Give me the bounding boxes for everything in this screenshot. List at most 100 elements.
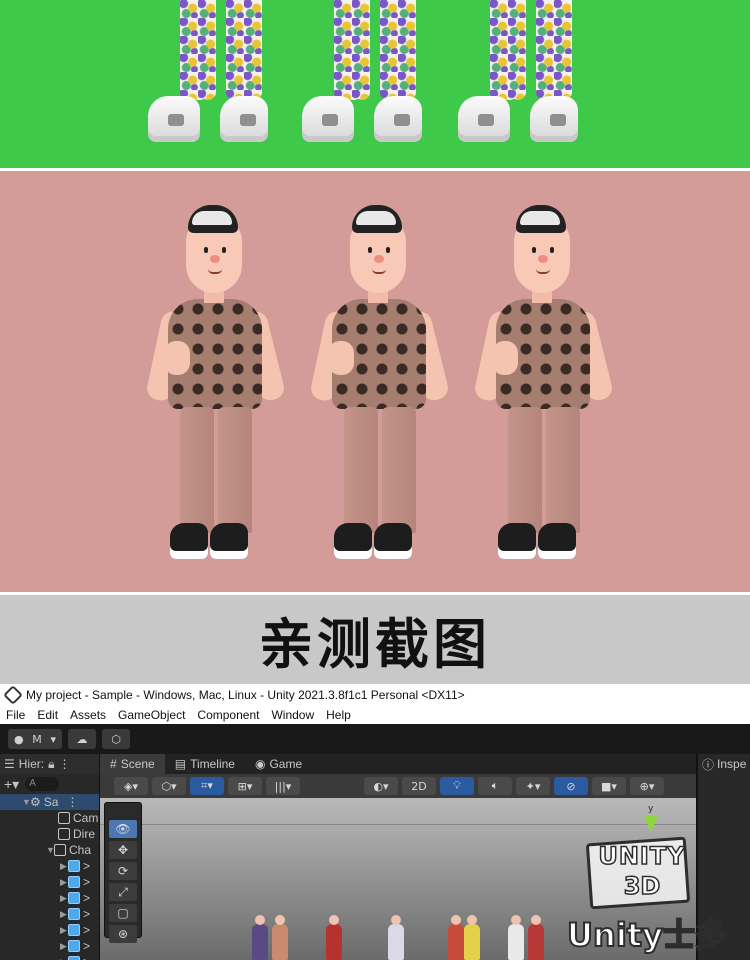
menu-component[interactable]: Component: [197, 708, 259, 722]
expand-icon[interactable]: ▶: [60, 909, 68, 920]
render-paths-button[interactable]: ⬡▾: [152, 777, 186, 795]
expand-icon[interactable]: ▶: [60, 893, 68, 904]
main-toolbar: ● M ▾ ☁ ⬡: [0, 724, 750, 754]
more-icon[interactable]: ⋮: [59, 757, 71, 771]
menu-file[interactable]: File: [6, 708, 25, 722]
menu-window[interactable]: Window: [271, 708, 314, 722]
tab-timeline[interactable]: ▤ Timeline: [165, 754, 245, 774]
hierarchy-item-label: >: [83, 955, 90, 960]
speaker-icon: 🔈︎: [491, 779, 499, 792]
grid-snapping-button[interactable]: ⌗▾: [190, 777, 224, 795]
hierarchy-item-label: >: [83, 907, 91, 921]
toggle-2d-button[interactable]: 2D: [402, 777, 436, 795]
expand-icon[interactable]: ▶: [60, 925, 68, 936]
rotate-tool-button[interactable]: ⟳: [109, 862, 137, 880]
tab-label: Timeline: [190, 757, 235, 771]
character-model[interactable]: [326, 915, 342, 960]
add-icon[interactable]: +▾: [4, 776, 19, 793]
tab-scene[interactable]: # Scene: [100, 754, 165, 774]
expand-icon[interactable]: ▼: [46, 845, 55, 855]
hierarchy-item-label: >: [83, 859, 91, 873]
expand-icon[interactable]: ▶: [60, 861, 68, 872]
horizon-line: [100, 824, 696, 825]
scale-tool-button[interactable]: ⤢: [109, 883, 137, 901]
snap-icon: ⊞▾: [237, 779, 253, 793]
hierarchy-item-light[interactable]: Dire: [0, 826, 99, 842]
character-figure-2: [302, 201, 451, 571]
more-icon[interactable]: ⋮: [66, 795, 78, 809]
hierarchy-item-camera[interactable]: Cam: [0, 810, 99, 826]
tab-game[interactable]: ◉ Game: [245, 754, 312, 774]
collab-button[interactable]: ⬡: [102, 729, 130, 749]
rotate-icon: ⟳: [117, 864, 129, 878]
inspector-tab[interactable]: ⓘ Inspe: [698, 754, 750, 774]
account-icon: ●: [14, 732, 24, 746]
view-tool-button[interactable]: 👁︎: [109, 820, 137, 838]
character-model[interactable]: [464, 915, 480, 960]
hierarchy-item-prefab[interactable]: ▶>: [0, 858, 99, 874]
window-title: My project - Sample - Windows, Mac, Linu…: [26, 688, 465, 702]
hierarchy-tab[interactable]: ☰ Hier: 🔒︎ ⋮: [0, 754, 99, 774]
grid-icon: #: [110, 757, 117, 771]
info-icon: ⓘ: [702, 757, 715, 772]
menu-gameobject[interactable]: GameObject: [118, 708, 185, 722]
expand-icon[interactable]: ▶: [60, 877, 68, 888]
hierarchy-item-prefab[interactable]: ▶>: [0, 938, 99, 954]
gizmo-y-label: y: [648, 804, 654, 814]
hierarchy-item-label: Cha: [69, 843, 92, 857]
hierarchy-item-scene[interactable]: ▼ ⚙ Sa ⋮: [0, 794, 99, 810]
character-model[interactable]: [388, 915, 404, 960]
gamepad-icon: ◉: [254, 757, 266, 771]
transform-tool-button[interactable]: ⊛: [109, 925, 137, 943]
sphere-icon: ◐▾: [373, 779, 389, 793]
character-legs-1: [148, 0, 278, 150]
expand-icon[interactable]: ▼: [22, 797, 31, 807]
prefab-icon: [68, 940, 80, 952]
camera-button[interactable]: ■▾: [592, 777, 626, 795]
audio-toggle-button[interactable]: 🔈︎: [478, 777, 512, 795]
sphere-shading-button[interactable]: ◐▾: [364, 777, 398, 795]
unity-logo-icon: [3, 685, 23, 705]
audio-button[interactable]: |||▾: [266, 777, 300, 795]
cloud-button[interactable]: ☁: [68, 729, 96, 749]
hierarchy-item-prefab[interactable]: ▶>: [0, 954, 99, 960]
unity-scene-icon: ⚙: [30, 795, 41, 809]
hierarchy-search-input[interactable]: A: [25, 777, 60, 791]
character-legs-3: [458, 0, 588, 150]
menu-edit[interactable]: Edit: [37, 708, 58, 722]
lock-icon[interactable]: 🔒︎: [48, 757, 54, 772]
character-model[interactable]: [448, 915, 464, 960]
character-figure-1: [138, 201, 287, 571]
hierarchy-item-label: >: [83, 939, 91, 953]
expand-icon[interactable]: ▶: [60, 941, 68, 952]
rect-tool-button[interactable]: ▢: [109, 904, 137, 922]
lighting-button[interactable]: 💡︎: [440, 777, 474, 795]
hierarchy-item-characters[interactable]: ▼ Cha: [0, 842, 99, 858]
headline-band: 亲测截图: [0, 592, 750, 684]
character-model[interactable]: [272, 915, 288, 960]
character-model[interactable]: [252, 915, 268, 960]
increment-snap-button[interactable]: ⊞▾: [228, 777, 262, 795]
hierarchy-item-prefab[interactable]: ▶>: [0, 890, 99, 906]
effects-button[interactable]: ✦▾: [516, 777, 550, 795]
hierarchy-tab-label: Hier:: [18, 757, 45, 771]
menu-help[interactable]: Help: [326, 708, 351, 722]
hierarchy-item-prefab[interactable]: ▶>: [0, 922, 99, 938]
draw-mode-button[interactable]: ◈▾: [114, 777, 148, 795]
menu-assets[interactable]: Assets: [70, 708, 106, 722]
hierarchy-item-prefab[interactable]: ▶>: [0, 906, 99, 922]
character-model[interactable]: [528, 915, 544, 960]
move-icon: ✥: [117, 843, 129, 857]
hierarchy-item-prefab[interactable]: ▶>: [0, 874, 99, 890]
watermark-line2: 3D: [623, 871, 661, 901]
account-button[interactable]: ● M ▾: [8, 729, 62, 749]
hierarchy-item-label: Sa: [43, 795, 59, 809]
expand-icon[interactable]: ▶: [60, 957, 68, 960]
move-tool-button[interactable]: ✥: [109, 841, 137, 859]
gizmos-button[interactable]: ⊕▾: [630, 777, 664, 795]
hierarchy-item-label: >: [83, 923, 91, 937]
visibility-button[interactable]: ⊘: [554, 777, 588, 795]
eye-icon: 👁︎: [115, 822, 131, 836]
character-model[interactable]: [508, 915, 524, 960]
prefab-icon: [68, 924, 80, 936]
